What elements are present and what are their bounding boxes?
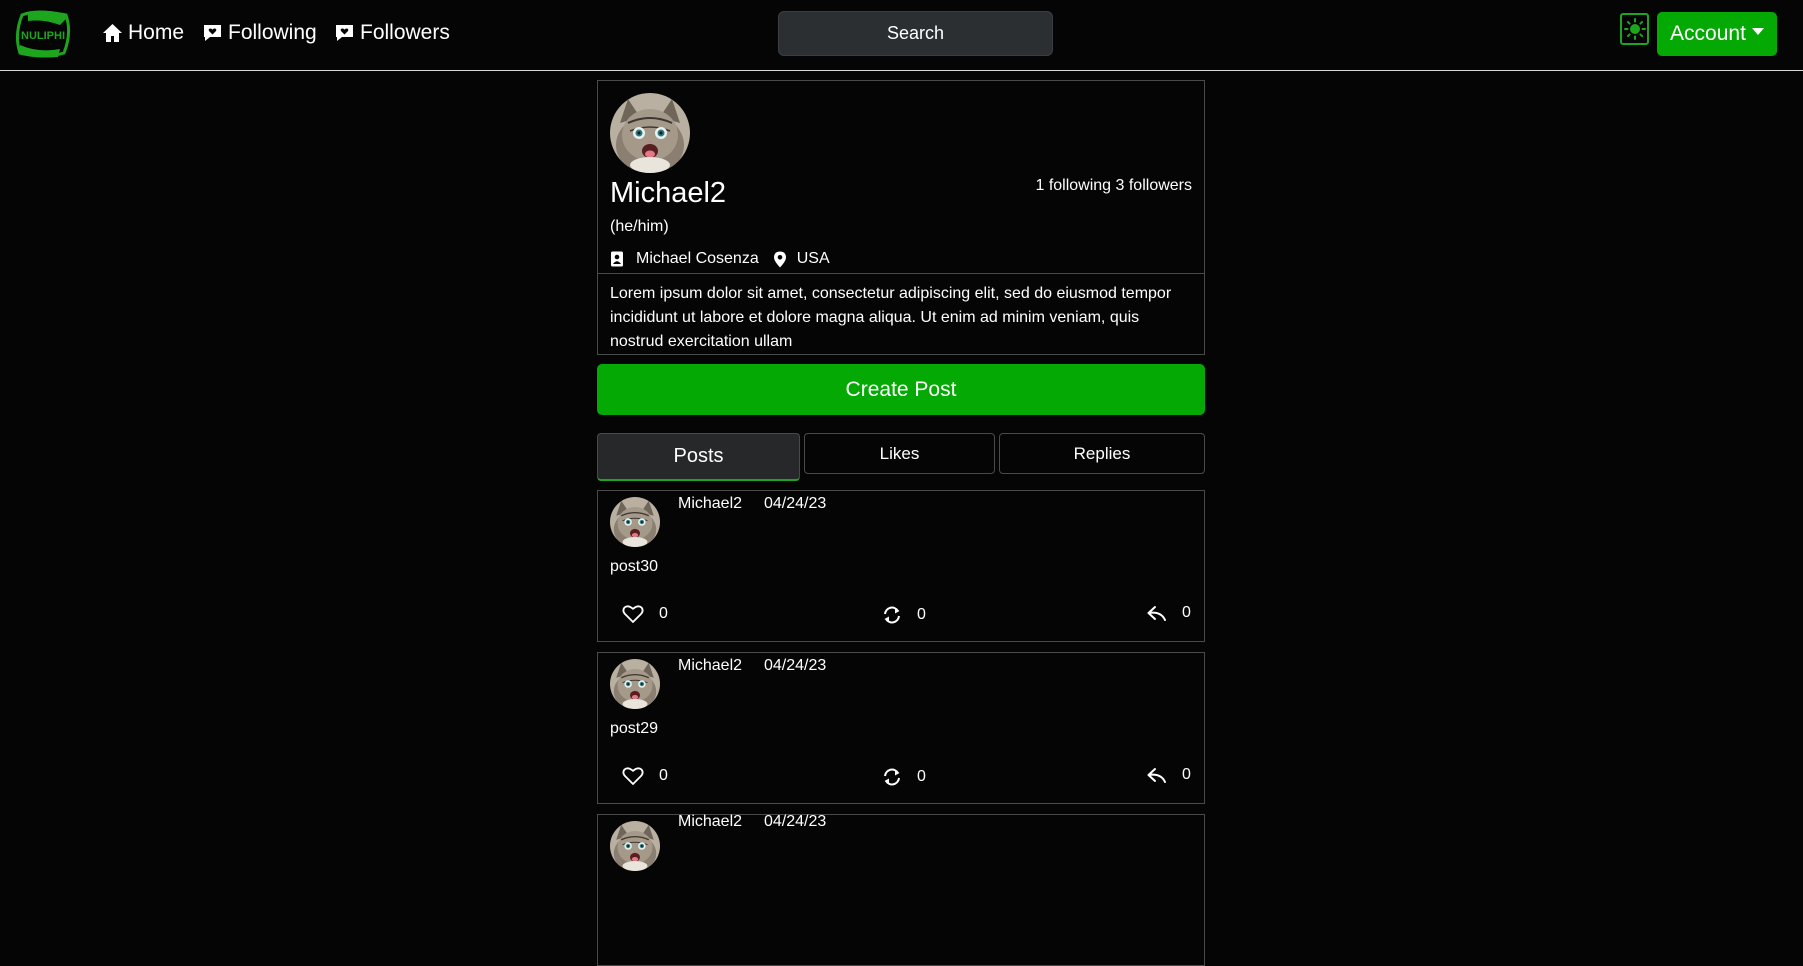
tab-posts[interactable]: Posts <box>597 433 800 481</box>
nav-following[interactable]: Following <box>202 18 317 48</box>
post-body: post30 <box>610 558 659 575</box>
nav-followers-label: Followers <box>360 21 450 44</box>
post-card[interactable]: Michael2 04/24/23 post29 0 0 0 <box>597 652 1205 804</box>
like-count: 0 <box>659 767 668 784</box>
like-button[interactable]: 0 <box>622 766 668 786</box>
navbar: NULIPHI Home Following Followers Search <box>0 0 1803 71</box>
post-date: 04/24/23 <box>764 657 827 674</box>
search-button[interactable]: Search <box>778 11 1053 56</box>
chat-heart-icon <box>336 25 353 41</box>
account-label: Account <box>1670 22 1746 45</box>
home-icon <box>103 24 122 42</box>
logo-text: NULIPHI <box>21 30 65 42</box>
profile-location-label: USA <box>796 250 830 267</box>
post-body: post29 <box>610 720 659 737</box>
profile-bio: Lorem ipsum dolor sit amet, consectetur … <box>610 285 1172 350</box>
reply-icon <box>1147 606 1166 621</box>
nav-home-label: Home <box>128 21 185 44</box>
profile-avatar[interactable] <box>610 93 690 173</box>
profile-pronouns: (he/him) <box>610 218 669 235</box>
nav-following-label: Following <box>228 21 317 44</box>
nav-followers[interactable]: Followers <box>334 18 450 48</box>
post-avatar[interactable] <box>610 659 660 709</box>
repost-icon <box>884 768 900 786</box>
heart-icon <box>622 767 644 785</box>
tab-likes[interactable]: Likes <box>804 433 995 474</box>
theme-toggle[interactable] <box>1620 13 1649 45</box>
post-date: 04/24/23 <box>764 495 827 512</box>
like-button[interactable]: 0 <box>622 604 668 624</box>
post-avatar[interactable] <box>610 497 660 547</box>
account-dropdown-button[interactable]: Account <box>1657 12 1777 56</box>
reply-icon <box>1147 768 1166 783</box>
sun-icon <box>1623 18 1646 40</box>
caret-down-icon <box>1751 27 1764 35</box>
like-count: 0 <box>659 605 668 622</box>
profile-full-name: Michael Cosenza <box>636 250 759 267</box>
profile-card: Michael2 1 following 3 followers (he/him… <box>597 80 1205 355</box>
post-card[interactable]: Michael2 04/24/23 <box>597 813 1205 966</box>
tab-replies[interactable]: Replies <box>999 433 1205 474</box>
repost-count: 0 <box>917 606 926 623</box>
repost-button[interactable]: 0 <box>882 606 926 624</box>
repost-count: 0 <box>917 768 926 785</box>
follow-counts[interactable]: 1 following 3 followers <box>1035 177 1192 195</box>
post-card[interactable]: Michael2 04/24/23 post30 0 0 0 <box>597 490 1205 642</box>
profile-meta: Michael Cosenza USA <box>610 250 830 268</box>
profile-username: Michael2 <box>610 177 727 209</box>
repost-button[interactable]: 0 <box>882 768 926 786</box>
nuliphi-logo[interactable]: NULIPHI <box>14 9 72 59</box>
create-post-button[interactable]: Create Post <box>597 364 1205 415</box>
post-author[interactable]: Michael2 <box>678 657 742 675</box>
chat-heart-icon <box>204 25 221 41</box>
post-author[interactable]: Michael2 <box>678 495 742 513</box>
reply-button[interactable]: 0 <box>1147 604 1191 622</box>
post-author[interactable]: Michael2 <box>678 813 742 831</box>
heart-icon <box>622 605 644 623</box>
reply-count: 0 <box>1182 766 1191 783</box>
profile-location: USA <box>773 250 830 268</box>
bio-divider <box>598 273 1204 274</box>
reply-button[interactable]: 0 <box>1147 766 1191 784</box>
location-pin-icon <box>773 251 786 267</box>
repost-icon <box>884 606 900 624</box>
post-date: 04/24/23 <box>764 813 827 830</box>
contact-card-icon <box>611 251 623 267</box>
reply-count: 0 <box>1182 604 1191 621</box>
nav-home[interactable]: Home <box>102 18 184 48</box>
